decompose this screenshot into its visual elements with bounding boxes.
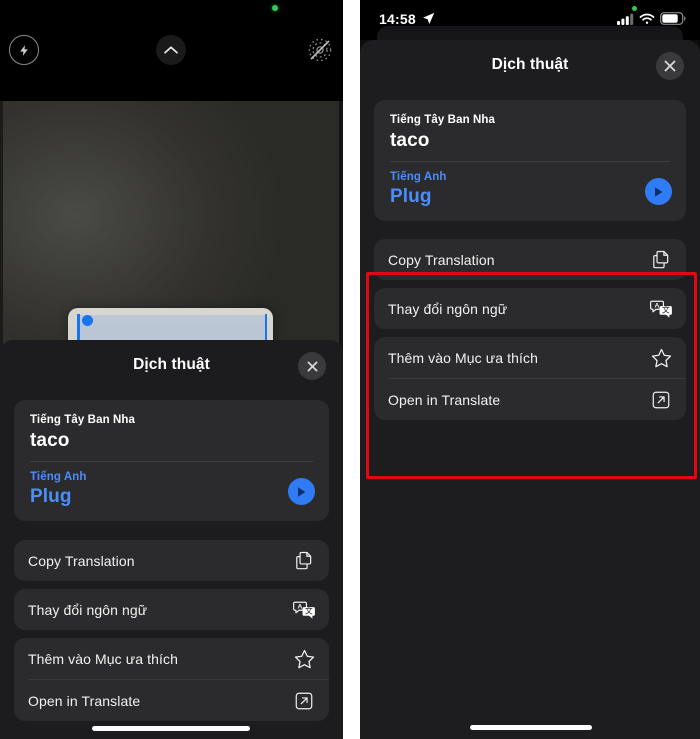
action-group-language: Thay đổi ngôn ngữ A 文 xyxy=(14,589,329,630)
translation-card: Tiếng Tây Ban Nha taco Tiếng Anh Plug xyxy=(374,100,686,221)
star-icon xyxy=(649,346,673,370)
close-icon[interactable] xyxy=(656,52,684,80)
copy-icon xyxy=(292,549,316,573)
copy-icon xyxy=(649,248,673,272)
target-row: Tiếng Anh Plug xyxy=(30,471,315,508)
status-time: 14:58 xyxy=(379,11,416,27)
left-sheet-header: Dịch thuật xyxy=(0,340,343,394)
translate-icon: A 文 xyxy=(649,297,673,321)
source-language-label: Tiếng Tây Ban Nha xyxy=(30,414,136,426)
svg-text:A: A xyxy=(297,604,302,611)
star-icon xyxy=(292,647,316,671)
action-row-copy-translation[interactable]: Copy Translation xyxy=(374,239,686,280)
action-label: Open in Translate xyxy=(388,391,501,408)
action-row-add-favorite[interactable]: Thêm vào Mục ưa thích xyxy=(14,638,329,679)
action-row-add-favorite[interactable]: Thêm vào Mục ưa thích xyxy=(374,337,686,378)
action-row-open-in-translate[interactable]: Open in Translate xyxy=(14,680,329,721)
play-icon[interactable] xyxy=(288,478,315,505)
target-language-label: Tiếng Anh xyxy=(390,171,447,183)
screenshot-canvas: taco Dịch thuật Tiếng Tây Ban Nha taco xyxy=(0,0,700,739)
card-divider xyxy=(390,161,670,162)
target-text: Plug xyxy=(30,486,72,507)
action-group-favorites-open: Thêm vào Mục ưa thích Open in Translate xyxy=(14,638,329,721)
action-label: Thêm vào Mục ưa thích xyxy=(388,349,538,366)
source-language-label: Tiếng Tây Ban Nha xyxy=(390,114,496,126)
right-action-list: Copy Translation Thay đổi ngôn ngữ A 文 T… xyxy=(374,239,686,420)
target-text: Plug xyxy=(390,186,432,207)
camera-in-use-indicator xyxy=(272,5,278,11)
flash-icon[interactable] xyxy=(9,35,39,65)
play-icon[interactable] xyxy=(645,178,672,205)
open-external-icon xyxy=(649,388,673,412)
open-external-icon xyxy=(292,689,316,713)
translation-card: Tiếng Tây Ban Nha taco Tiếng Anh Plug xyxy=(14,400,329,521)
action-group-copy: Copy Translation xyxy=(14,540,329,581)
card-divider xyxy=(30,461,313,462)
left-phone-screenshot: taco Dịch thuật Tiếng Tây Ban Nha taco xyxy=(0,0,343,739)
target-language-label: Tiếng Anh xyxy=(30,471,87,483)
source-text: taco xyxy=(390,130,430,151)
panel-gutter xyxy=(343,0,360,739)
chevron-up-icon[interactable] xyxy=(156,35,186,65)
translate-icon: A 文 xyxy=(292,598,316,622)
left-action-list: Copy Translation Thay đổi ngôn ngữ A 文 T… xyxy=(14,540,329,721)
camera-in-use-indicator xyxy=(632,6,637,11)
right-sheet-header: Dịch thuật xyxy=(360,40,700,94)
home-indicator[interactable] xyxy=(92,726,250,731)
action-row-open-in-translate[interactable]: Open in Translate xyxy=(374,379,686,420)
svg-text:A: A xyxy=(654,303,659,310)
action-group-favorites-open: Thêm vào Mục ưa thích Open in Translate xyxy=(374,337,686,420)
action-row-change-language[interactable]: Thay đổi ngôn ngữ A 文 xyxy=(374,288,686,329)
action-label: Thay đổi ngôn ngữ xyxy=(28,601,148,618)
selection-knob[interactable] xyxy=(82,315,93,326)
page-title: Dịch thuật xyxy=(133,356,210,373)
target-row: Tiếng Anh Plug xyxy=(390,171,672,208)
action-label: Copy Translation xyxy=(388,251,495,268)
svg-text:文: 文 xyxy=(661,305,669,315)
action-label: Open in Translate xyxy=(28,692,141,709)
action-label: Thêm vào Mục ưa thích xyxy=(28,650,178,667)
action-label: Thay đổi ngôn ngữ xyxy=(388,300,508,317)
close-icon[interactable] xyxy=(298,352,326,380)
camera-top-bar xyxy=(0,0,343,101)
action-group-language: Thay đổi ngôn ngữ A 文 xyxy=(374,288,686,329)
right-translation-sheet: Dịch thuật Tiếng Tây Ban Nha taco Tiếng … xyxy=(360,40,700,739)
home-indicator[interactable] xyxy=(470,725,592,730)
action-group-copy: Copy Translation xyxy=(374,239,686,280)
live-photo-off-icon[interactable] xyxy=(305,35,335,65)
source-text: taco xyxy=(30,430,70,451)
action-row-change-language[interactable]: Thay đổi ngôn ngữ A 文 xyxy=(14,589,329,630)
action-row-copy-translation[interactable]: Copy Translation xyxy=(14,540,329,581)
page-title: Dịch thuật xyxy=(491,56,569,73)
action-label: Copy Translation xyxy=(28,552,135,569)
svg-text:文: 文 xyxy=(304,606,312,616)
left-translation-sheet: Dịch thuật Tiếng Tây Ban Nha taco Tiếng … xyxy=(0,340,343,739)
